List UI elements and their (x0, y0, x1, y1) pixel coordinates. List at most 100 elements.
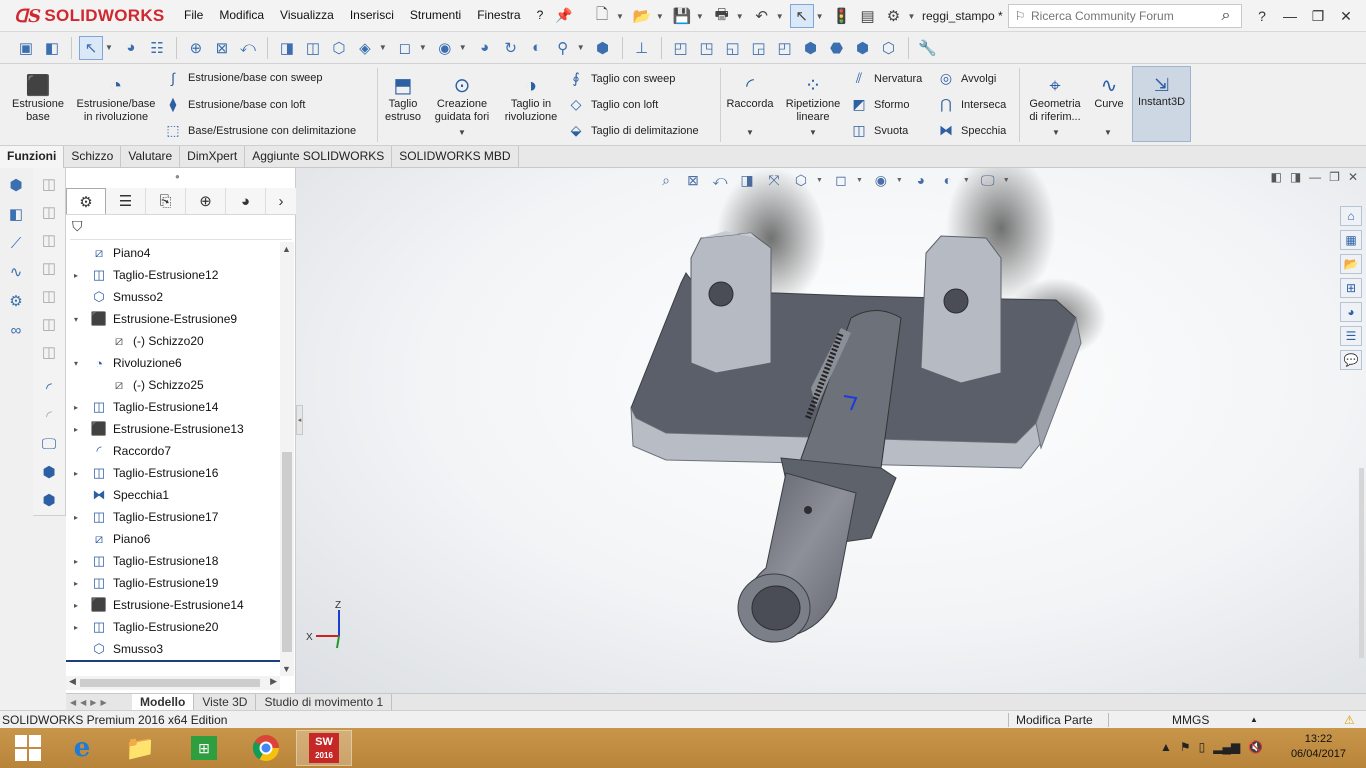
flag-icon[interactable]: ⚑ (1180, 740, 1191, 754)
tree-item-raccordo7[interactable]: ◜ Raccordo7 (66, 440, 280, 462)
tab-dimxpert[interactable]: DimXpert (180, 146, 246, 168)
gear-icon[interactable]: ⚙ (882, 4, 906, 28)
chevron-down-icon[interactable]: ▼ (459, 43, 467, 52)
solidworks-taskbar-icon[interactable]: SW 2016 (296, 730, 352, 766)
chevron-down-icon[interactable]: ▼ (105, 43, 113, 52)
search-input[interactable] (1031, 9, 1201, 23)
expand-toggle[interactable]: ▸ (70, 579, 82, 588)
tab-funzioni[interactable]: Funzioni (0, 146, 65, 168)
extrude-icon[interactable]: ◧ (4, 202, 28, 226)
configuration-manager-tab-icon[interactable]: ⎘ (146, 188, 186, 214)
linear-pattern-button[interactable]: ⁘ Ripetizione lineare (780, 74, 846, 124)
tree-item-taglio-estrusione14[interactable]: ▸ ◫ Taglio-Estrusione14 (66, 396, 280, 418)
chevron-down-icon[interactable]: ▼ (656, 12, 664, 21)
search-icon[interactable]: ⌕ (1211, 7, 1241, 25)
tree-item-taglio-estrusione16[interactable]: ▸ ◫ Taglio-Estrusione16 (66, 462, 280, 484)
cube-icon[interactable]: ◫ (37, 228, 61, 252)
menu-visualizza[interactable]: Visualizza (272, 8, 342, 22)
restore-icon[interactable]: ❐ (1304, 4, 1332, 28)
tree-item-smusso2[interactable]: ⬡ Smusso2 (66, 286, 280, 308)
zoom-fit-icon[interactable]: ⊕ (184, 36, 208, 60)
shell-button[interactable]: ◫ Svuota (850, 122, 908, 139)
chevron-down-icon[interactable]: ▼ (616, 12, 624, 21)
sketch-line-icon[interactable]: ⟋ (4, 231, 28, 255)
wrap-button[interactable]: ◎ Avvolgi (937, 70, 996, 87)
boundary-boss-button[interactable]: ⬚ Base/Estrusione con delimitazione (164, 122, 356, 139)
traffic-light-icon[interactable]: 🚦 (830, 4, 854, 28)
expand-toggle[interactable]: ▸ (70, 403, 82, 412)
tree-item-taglio-estrusione18[interactable]: ▸ ◫ Taglio-Estrusione18 (66, 550, 280, 572)
file-explorer-icon[interactable]: 📁 (112, 730, 168, 766)
draft-button[interactable]: ◩ Sformo (850, 96, 909, 113)
help-icon[interactable]: ? (1248, 4, 1276, 28)
filter-icon[interactable]: ☷ (145, 36, 169, 60)
tree-item-taglio-estrusione17[interactable]: ▸ ◫ Taglio-Estrusione17 (66, 506, 280, 528)
chevron-down-icon[interactable]: ▼ (577, 43, 585, 52)
menu-finestra[interactable]: Finestra (469, 8, 528, 22)
cube-icon[interactable]: ◫ (37, 340, 61, 364)
dimetric-view-icon[interactable]: ⬡ (877, 36, 901, 60)
tree-item-taglio-estrusione19[interactable]: ▸ ◫ Taglio-Estrusione19 (66, 572, 280, 594)
custom-properties-icon[interactable]: ☰ (1340, 326, 1362, 346)
intersect-button[interactable]: ⋂ Interseca (937, 96, 1006, 113)
mirror-button[interactable]: ⧓ Specchia (937, 122, 1006, 139)
expand-toggle[interactable]: ▸ (70, 557, 82, 566)
close-icon[interactable]: ✕ (1332, 4, 1360, 28)
tree-item-rivoluzione6[interactable]: ▾ ◔ Rivoluzione6 (66, 352, 280, 374)
open-folder-icon[interactable]: 📂 (630, 4, 654, 28)
network-icon[interactable]: ▂▄▆ (1213, 740, 1240, 754)
unit-system-label[interactable]: MMGS (1172, 713, 1209, 727)
chevron-down-icon[interactable]: ▼ (776, 12, 784, 21)
expand-toggle[interactable]: ▸ (70, 425, 82, 434)
trimetric-view-icon[interactable]: ⬢ (851, 36, 875, 60)
cube-view-icon[interactable]: ◻ (393, 36, 417, 60)
spline-icon[interactable]: ∿ (4, 260, 28, 284)
chevron-up-icon[interactable]: ▲ (1250, 715, 1258, 724)
heads-up-icon[interactable]: ▣ (14, 36, 38, 60)
rollback-bar[interactable] (66, 660, 280, 662)
display-pane-icon[interactable]: ◧ (40, 36, 64, 60)
front-view-icon[interactable]: ◰ (669, 36, 693, 60)
expand-toggle[interactable]: ▸ (70, 623, 82, 632)
solidworks-logo[interactable]: ꓷS SOLIDWORKS (14, 5, 165, 27)
scene-icon[interactable]: ◐ (525, 36, 549, 60)
revolved-cut-button[interactable]: ◑ Taglio in rivoluzione (500, 74, 562, 124)
display-style-icon[interactable]: ◈ (353, 36, 377, 60)
expand-toggle[interactable]: ▸ (70, 469, 82, 478)
box-icon[interactable]: ⬢ (37, 460, 61, 484)
right-view-icon[interactable]: ◲ (747, 36, 771, 60)
select-icon[interactable]: ↖ (79, 35, 103, 60)
swept-boss-button[interactable]: ∫ Estrusione/base con sweep (164, 70, 322, 86)
chevron-down-icon[interactable]: ▼ (816, 12, 824, 21)
file-explorer-icon[interactable]: 📂 (1340, 254, 1362, 274)
display-manager-tab-icon[interactable]: ◕ (226, 188, 266, 214)
search-box[interactable]: ⚐ ⌕ (1008, 4, 1242, 28)
tab-aggiunte[interactable]: Aggiunte SOLIDWORKS (245, 146, 393, 168)
normal-to-icon[interactable]: ⊥ (630, 36, 654, 60)
revolved-boss-button[interactable]: ◔ Estrusione/base in rivoluzione (72, 74, 160, 124)
tab-valutare[interactable]: Valutare (121, 146, 181, 168)
corner-icon[interactable]: ◜ (37, 376, 61, 400)
box-icon[interactable]: ⬢ (37, 488, 61, 512)
undo-icon[interactable]: ↶ (750, 4, 774, 28)
cube-icon[interactable]: ◫ (37, 256, 61, 280)
3d-model-view[interactable] (296, 168, 1366, 693)
property-manager-tab-icon[interactable]: ☰ (106, 188, 146, 214)
tree-item-estrusione14[interactable]: ▸ ⬛ Estrusione-Estrusione14 (66, 594, 280, 616)
graphics-area[interactable]: ⌕ ⊠ ⤺ ◨ ⤧ ⬡▼ ◻▼ ◉▼ ◕ ◐▼ 🖵▼ ◧ ◨ — ❐ ✕ (296, 168, 1366, 693)
chevron-down-icon[interactable]: ▼ (736, 12, 744, 21)
print-icon[interactable]: 🖶 (710, 4, 734, 28)
home-icon[interactable]: ⌂ (1340, 206, 1362, 226)
swept-cut-button[interactable]: ∮ Taglio con sweep (567, 70, 675, 87)
graphics-scrollbar[interactable] (1359, 468, 1364, 658)
tab-mbd[interactable]: SOLIDWORKS MBD (392, 146, 519, 168)
tab-studio-movimento[interactable]: Studio di movimento 1 (256, 694, 393, 710)
design-library-icon[interactable]: ▦ (1340, 230, 1362, 250)
internet-explorer-icon[interactable]: e (54, 730, 110, 766)
isometric-view-icon[interactable]: ⬣ (825, 36, 849, 60)
expand-toggle[interactable]: ▸ (70, 513, 82, 522)
dimxpert-tab-icon[interactable]: ⊕ (186, 188, 226, 214)
lofted-boss-button[interactable]: ⧫ Estrusione/base con loft (164, 96, 306, 113)
part-icon[interactable]: ⬢ (4, 173, 28, 197)
chevron-down-icon[interactable]: ▼ (379, 43, 387, 52)
